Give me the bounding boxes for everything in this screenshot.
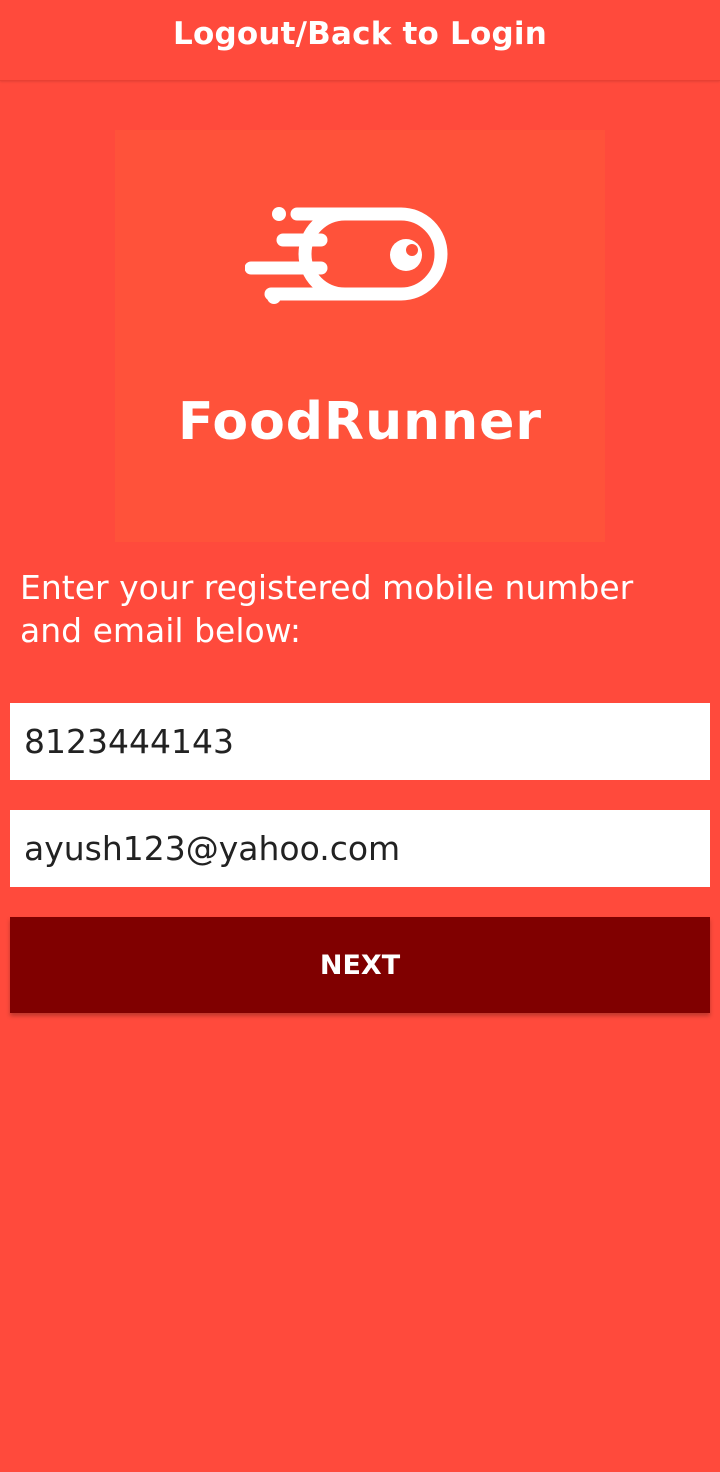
instruction-text: Enter your registered mobile number and …	[20, 568, 634, 650]
app-logo: FoodRunner	[115, 130, 605, 542]
mobile-number-field[interactable]	[10, 703, 710, 780]
email-field[interactable]	[10, 810, 710, 887]
header-title[interactable]: Logout/Back to Login	[173, 16, 547, 52]
next-button[interactable]: NEXT	[10, 917, 710, 1013]
app-header: Logout/Back to Login	[0, 0, 720, 81]
logo-wordmark: FoodRunner	[177, 392, 543, 452]
speeding-ball-icon	[245, 207, 448, 304]
